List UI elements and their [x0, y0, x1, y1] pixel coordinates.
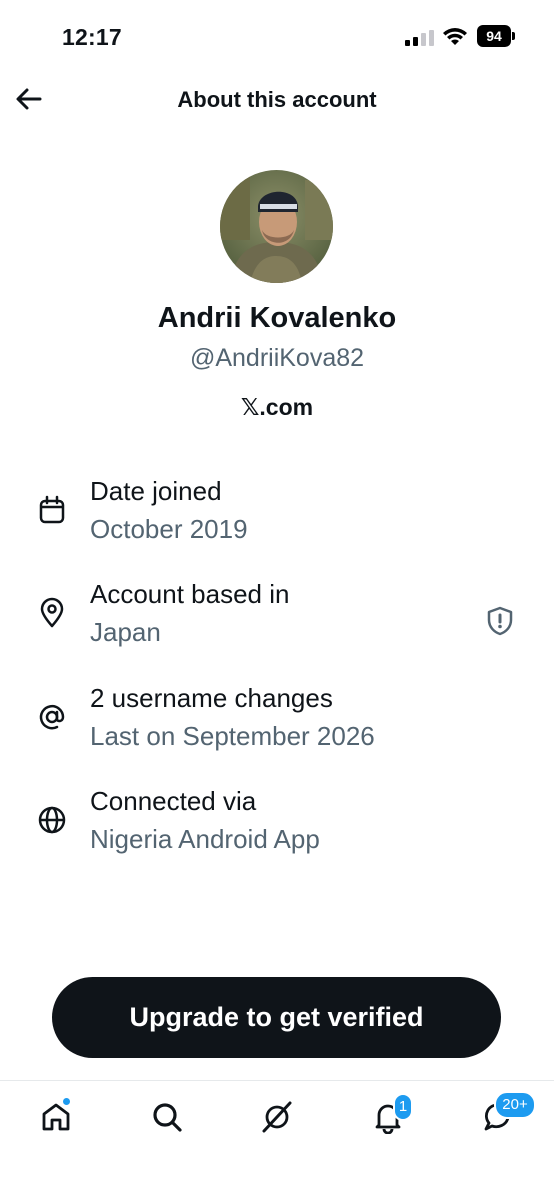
info-label: Account based in [90, 579, 290, 609]
upgrade-verified-button[interactable]: Upgrade to get verified [52, 977, 501, 1058]
at-sign-icon [39, 704, 65, 730]
info-row-account-based: Account based in Japan [0, 579, 554, 669]
nav-notifications[interactable]: 1 [368, 1093, 413, 1137]
notifications-badge: 1 [393, 1093, 413, 1121]
site-suffix: .com [259, 394, 314, 420]
battery-level: 94 [477, 25, 511, 47]
messages-badge: 20+ [494, 1091, 536, 1119]
header: About this account [0, 72, 554, 128]
shield-alert-icon[interactable] [484, 605, 516, 637]
calendar-icon [39, 495, 65, 524]
info-value: Japan [90, 617, 161, 647]
info-row-date-joined: Date joined October 2019 [0, 476, 554, 566]
nav-home[interactable] [36, 1097, 76, 1137]
profile-site-link[interactable]: 𝕏.com [0, 394, 554, 421]
avatar[interactable] [220, 170, 333, 283]
search-icon [153, 1103, 182, 1132]
globe-icon [38, 806, 66, 834]
info-label: 2 username changes [90, 683, 333, 713]
bottom-navigation: 1 20+ [0, 1080, 554, 1199]
battery-icon: 94 [477, 25, 515, 47]
wifi-icon [443, 28, 467, 45]
profile-name: Andrii Kovalenko [157, 302, 397, 334]
location-pin-icon [40, 597, 64, 628]
info-value: Nigeria Android App [90, 824, 320, 854]
info-label: Connected via [90, 786, 257, 816]
nav-messages[interactable]: 20+ [479, 1091, 536, 1137]
info-row-username-changes: 2 username changes Last on September 202… [0, 683, 554, 773]
profile-handle: @AndriiKova82 [189, 344, 365, 372]
grok-icon [262, 1101, 292, 1133]
nav-grok[interactable] [257, 1097, 297, 1137]
status-bar: 12:17 94 [0, 0, 554, 70]
info-label: Date joined [90, 476, 222, 506]
info-value: October 2019 [90, 514, 248, 544]
cellular-signal-icon [405, 30, 434, 46]
x-logo-icon: 𝕏 [240, 395, 260, 421]
nav-search[interactable] [147, 1097, 187, 1137]
status-time: 12:17 [62, 24, 122, 50]
home-new-dot [62, 1097, 71, 1106]
page-title: About this account [177, 87, 377, 112]
info-row-connected-via: Connected via Nigeria Android App [0, 786, 554, 876]
info-value: Last on September 2026 [90, 721, 375, 751]
